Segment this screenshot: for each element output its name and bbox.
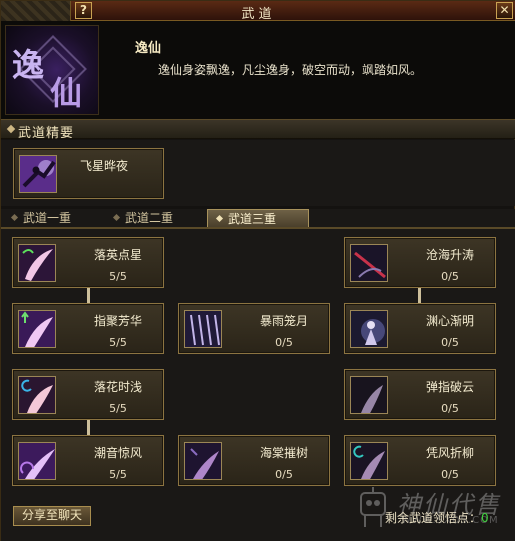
skill-name: 指聚芳华	[93, 314, 142, 328]
remaining-points: 剩余武道领悟点：0	[385, 509, 489, 526]
skill-name: 弹指破云	[425, 380, 474, 394]
window-title: 武道	[241, 7, 276, 22]
skill-card[interactable]: 渊心渐明 0/5	[344, 303, 496, 354]
tier-tabs: 武道一重 武道二重 武道三重	[1, 209, 515, 229]
skill-name: 潮音惊风	[93, 446, 142, 460]
skill-card[interactable]: 潮音惊风 5/5	[12, 435, 164, 486]
tab-tier-2[interactable]: 武道二重	[105, 209, 207, 228]
skill-count: 0/5	[275, 336, 293, 349]
skill-count: 5/5	[109, 336, 127, 349]
essence-section-title: 武道精要	[18, 126, 75, 141]
skill-connector	[87, 288, 90, 303]
skill-card[interactable]: 弹指破云 0/5	[344, 369, 496, 420]
diamond-icon	[112, 213, 121, 222]
skill-card[interactable]: 指聚芳华 5/5	[12, 303, 164, 354]
tab-label: 武道二重	[125, 211, 174, 225]
skill-card[interactable]: 落英点星 5/5	[12, 237, 164, 288]
tab-tier-3[interactable]: 武道三重	[207, 209, 309, 228]
martial-dao-window: ? 武道 ✕ 逸 仙 逸仙 逸仙身姿飘逸，凡尘逸身，破空而动，飒踏如风。 武道精…	[0, 0, 515, 541]
skill-card[interactable]: 落花时浅 5/5	[12, 369, 164, 420]
rain-streaks-icon	[184, 310, 222, 348]
essence-area: 飞星晔夜	[1, 140, 515, 206]
skill-count: 0/5	[441, 468, 459, 481]
essence-skill-card[interactable]: 飞星晔夜	[13, 148, 164, 199]
skill-card[interactable]: 凭风折柳 0/5	[344, 435, 496, 486]
skill-name: 暴雨笼月	[259, 314, 308, 328]
skill-name: 渊心渐明	[425, 314, 474, 328]
skill-count: 0/5	[441, 336, 459, 349]
dark-figure-icon	[350, 310, 388, 348]
character-description: 逸仙身姿飘逸，凡尘逸身，破空而动，飒踏如风。	[158, 63, 423, 77]
skill-count: 0/5	[275, 468, 293, 481]
character-header: 逸 仙 逸仙 逸仙身姿飘逸，凡尘逸身，破空而动，飒踏如风。	[1, 21, 515, 119]
tab-tier-1[interactable]: 武道一重	[3, 209, 105, 228]
purple-swirl-icon	[18, 442, 56, 480]
share-to-chat-button[interactable]: 分享至聊天	[13, 506, 91, 526]
diamond-icon	[6, 124, 16, 134]
trident-blade-icon	[18, 310, 56, 348]
skill-name: 落花时浅	[93, 380, 142, 394]
title-bar[interactable]: ? 武道 ✕	[1, 1, 515, 22]
tab-label: 武道三重	[228, 212, 277, 226]
close-button[interactable]: ✕	[496, 2, 513, 19]
skill-count: 5/5	[109, 468, 127, 481]
flying-figure-icon	[19, 155, 57, 193]
character-name: 逸仙	[135, 41, 162, 56]
green-swirl-blade-icon	[18, 244, 56, 282]
remaining-points-label: 剩余武道领悟点：	[385, 511, 482, 525]
skill-connector	[87, 420, 90, 435]
skill-count: 5/5	[109, 402, 127, 415]
portrait-glyph-1: 逸	[12, 46, 44, 84]
diamond-icon	[215, 214, 224, 223]
remaining-points-value: 0	[481, 511, 489, 525]
essence-section-header: 武道精要	[1, 119, 515, 141]
diamond-icon	[10, 213, 19, 222]
red-slash-icon	[350, 244, 388, 282]
skill-name: 凭风折柳	[425, 446, 474, 460]
skill-count: 0/5	[441, 402, 459, 415]
skill-connector	[418, 288, 421, 303]
skill-card[interactable]: 沧海升涛 0/5	[344, 237, 496, 288]
teal-moon-blade-icon	[350, 442, 388, 480]
tab-label: 武道一重	[23, 211, 72, 225]
violet-blade-icon	[184, 442, 222, 480]
skill-count: 5/5	[109, 270, 127, 283]
skill-card[interactable]: 海棠摧树 0/5	[178, 435, 330, 486]
essence-skill-name: 飞星晔夜	[79, 159, 128, 173]
character-portrait: 逸 仙	[5, 25, 99, 115]
blue-moon-blade-icon	[18, 376, 56, 414]
skill-name: 海棠摧树	[259, 446, 308, 460]
skill-count: 0/5	[441, 270, 459, 283]
portrait-glyph-2: 仙	[50, 74, 82, 112]
skill-card[interactable]: 暴雨笼月 0/5	[178, 303, 330, 354]
skill-name: 落英点星	[93, 248, 142, 262]
pale-blade-icon	[350, 376, 388, 414]
skill-name: 沧海升涛	[425, 248, 474, 262]
